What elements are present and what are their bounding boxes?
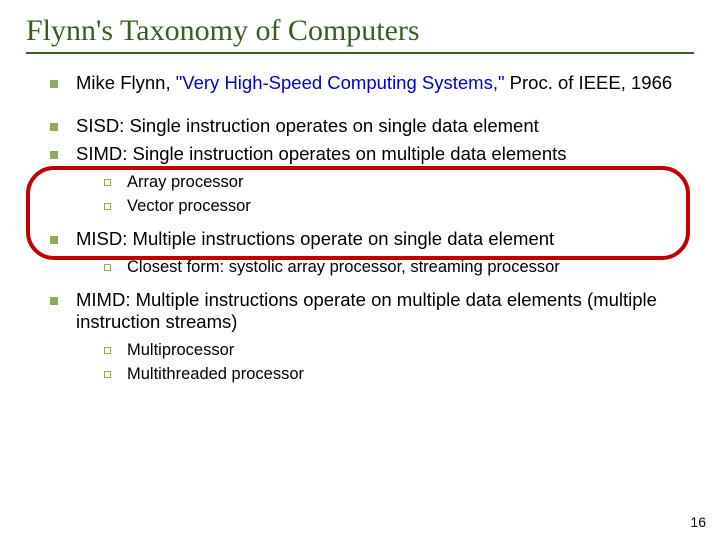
page-number: 16 (690, 514, 706, 530)
citation-pre: Mike Flynn, (76, 72, 176, 93)
slide: Flynn's Taxonomy of Computers Mike Flynn… (0, 0, 720, 540)
subbullet-text: Closest form: systolic array processor, … (127, 257, 694, 277)
square-bullet-icon (50, 123, 58, 131)
spacer (26, 220, 694, 228)
subbullet-text: Multiprocessor (127, 340, 694, 360)
bullet-sisd: SISD: Single instruction operates on sin… (50, 115, 694, 138)
subbullet-multithreaded: Multithreaded processor (104, 364, 694, 384)
subbullet-array-processor: Array processor (104, 172, 694, 192)
hollow-square-bullet-icon (104, 179, 111, 186)
hollow-square-bullet-icon (104, 347, 111, 354)
bullet-text: Mike Flynn, "Very High-Speed Computing S… (76, 72, 694, 95)
bullet-misd: MISD: Multiple instructions operate on s… (50, 228, 694, 251)
bullet-text: MISD: Multiple instructions operate on s… (76, 228, 694, 251)
subbullet-text: Vector processor (127, 196, 694, 216)
subbullet-vector-processor: Vector processor (104, 196, 694, 216)
citation-quote: "Very High-Speed Computing Systems," (176, 72, 505, 93)
hollow-square-bullet-icon (104, 203, 111, 210)
subbullet-text: Array processor (127, 172, 694, 192)
slide-title: Flynn's Taxonomy of Computers (26, 14, 694, 48)
spacer (26, 281, 694, 289)
hollow-square-bullet-icon (104, 371, 111, 378)
citation-post: Proc. of IEEE, 1966 (505, 72, 673, 93)
title-underline (26, 52, 694, 54)
square-bullet-icon (50, 297, 58, 305)
bullet-text: SIMD: Single instruction operates on mul… (76, 143, 694, 166)
bullet-mimd: MIMD: Multiple instructions operate on m… (50, 289, 694, 334)
spacer (26, 101, 694, 115)
subbullet-systolic: Closest form: systolic array processor, … (104, 257, 694, 277)
bullet-simd: SIMD: Single instruction operates on mul… (50, 143, 694, 166)
bullet-citation: Mike Flynn, "Very High-Speed Computing S… (50, 72, 694, 95)
subbullet-multiprocessor: Multiprocessor (104, 340, 694, 360)
slide-body: Mike Flynn, "Very High-Speed Computing S… (26, 72, 694, 384)
hollow-square-bullet-icon (104, 264, 111, 271)
bullet-text: MIMD: Multiple instructions operate on m… (76, 289, 694, 334)
square-bullet-icon (50, 80, 58, 88)
square-bullet-icon (50, 151, 58, 159)
square-bullet-icon (50, 236, 58, 244)
bullet-text: SISD: Single instruction operates on sin… (76, 115, 694, 138)
subbullet-text: Multithreaded processor (127, 364, 694, 384)
